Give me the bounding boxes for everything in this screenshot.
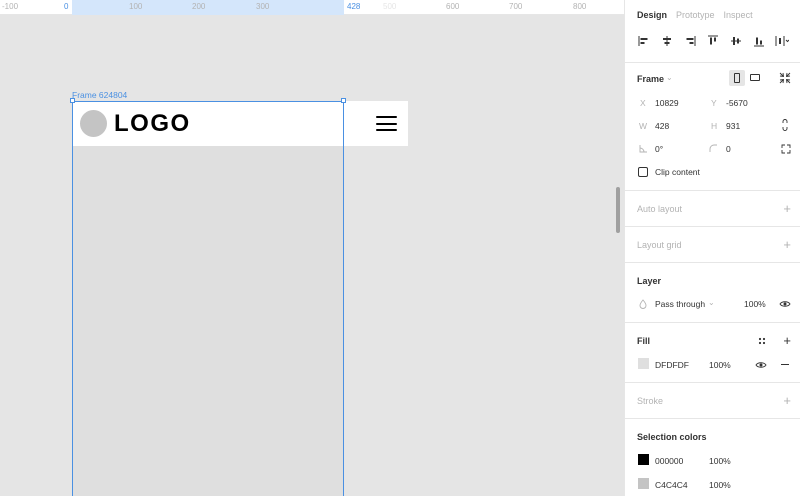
ruler-tick: 500: [383, 2, 397, 11]
fill-section: Fill + DFDFDF 100%: [625, 322, 800, 382]
corner-radius-icon: [709, 144, 717, 152]
resize-to-fit-icon[interactable]: [779, 72, 791, 84]
alignment-toolbar: [637, 34, 789, 48]
horizontal-ruler: -100 0 100 200 300 428 500 600 700 800: [0, 0, 624, 15]
menu-line: [376, 116, 397, 118]
layer-section: Layer Pass through ⌄ 100%: [625, 262, 800, 322]
chevron-down-icon[interactable]: ⌄: [708, 298, 715, 307]
align-vertical-center-icon[interactable]: [729, 34, 743, 48]
w-label: W: [639, 121, 648, 131]
ruler-tick: 300: [256, 2, 270, 11]
fill-opacity-input[interactable]: 100%: [709, 360, 731, 370]
add-auto-layout-icon[interactable]: +: [783, 202, 791, 215]
selection-color-hex[interactable]: C4C4C4: [655, 480, 688, 490]
layer-opacity-input[interactable]: 100%: [744, 299, 766, 309]
h-label: H: [711, 121, 718, 131]
selection-color-opacity[interactable]: 100%: [709, 456, 731, 466]
corner-radius-input[interactable]: 0: [726, 144, 731, 154]
constrain-proportions-icon[interactable]: [781, 119, 789, 131]
align-top-icon[interactable]: [706, 34, 720, 48]
ruler-tick: 428: [347, 2, 361, 11]
resize-handle-top-left[interactable]: [70, 98, 75, 103]
tab-design[interactable]: Design: [637, 10, 667, 20]
width-input[interactable]: 428: [655, 121, 669, 131]
rotation-input[interactable]: 0°: [655, 144, 663, 154]
layer-title: Layer: [637, 276, 662, 286]
ruler-tick: 600: [446, 2, 460, 11]
align-right-icon[interactable]: [683, 34, 697, 48]
rotation-icon: [639, 145, 647, 153]
menu-line: [376, 129, 397, 131]
canvas[interactable]: -100 0 100 200 300 428 500 600 700 800 F…: [0, 0, 624, 496]
eye-icon[interactable]: [779, 300, 791, 308]
add-layout-grid-icon[interactable]: +: [783, 238, 791, 251]
ruler-tick: -100: [2, 2, 19, 11]
auto-layout-title: Auto layout: [637, 204, 683, 214]
eye-icon[interactable]: [755, 361, 767, 369]
selection-color-swatch[interactable]: [638, 478, 649, 489]
ruler-tick: 200: [192, 2, 206, 11]
fill-title: Fill: [637, 336, 650, 346]
landscape-icon[interactable]: [750, 74, 760, 81]
y-label: Y: [711, 98, 717, 108]
vertical-scrollbar[interactable]: [616, 187, 620, 233]
fill-hex-input[interactable]: DFDFDF: [655, 360, 689, 370]
hamburger-menu-icon[interactable]: [376, 116, 397, 131]
layout-grid-section: Layout grid +: [625, 226, 800, 262]
clip-content-label: Clip content: [655, 167, 700, 177]
frame-section-title[interactable]: Frame: [637, 74, 664, 84]
height-input[interactable]: 931: [726, 121, 740, 131]
ruler-tick: 0: [64, 2, 69, 11]
fill-color-swatch[interactable]: [638, 358, 649, 369]
ruler-tick: 700: [509, 2, 523, 11]
remove-fill-icon[interactable]: [781, 364, 789, 365]
x-label: X: [640, 98, 646, 108]
frame-name-label[interactable]: Frame 624804: [72, 90, 127, 100]
mobile-frame[interactable]: [72, 101, 344, 496]
clip-content-checkbox[interactable]: [638, 167, 648, 177]
resize-handle-top-right[interactable]: [341, 98, 346, 103]
logo-circle[interactable]: [80, 110, 107, 137]
properties-panel: Design Prototype Inspect Frame ⌄ X 10829…: [624, 0, 800, 496]
add-fill-icon[interactable]: +: [783, 334, 791, 347]
selection-color-hex[interactable]: 000000: [655, 456, 683, 466]
y-input[interactable]: -5670: [726, 98, 748, 108]
logo-text[interactable]: LOGO: [114, 110, 191, 138]
stroke-title: Stroke: [637, 396, 664, 406]
frame-section: Frame ⌄ X 10829 Y -5670 W 428 H 931 0° 0: [625, 62, 800, 190]
selection-color-swatch[interactable]: [638, 454, 649, 465]
portrait-orientation-button[interactable]: [729, 70, 745, 86]
ruler-tick: 100: [129, 2, 143, 11]
portrait-icon: [734, 73, 740, 83]
distribute-icon[interactable]: [775, 34, 789, 48]
align-horizontal-center-icon[interactable]: [660, 34, 674, 48]
tab-inspect[interactable]: Inspect: [724, 10, 753, 20]
x-input[interactable]: 10829: [655, 98, 679, 108]
add-stroke-icon[interactable]: +: [783, 394, 791, 407]
chevron-down-icon[interactable]: ⌄: [666, 73, 673, 82]
selection-color-opacity[interactable]: 100%: [709, 480, 731, 490]
styles-grid-icon[interactable]: [758, 337, 766, 345]
panel-tabs: Design Prototype Inspect: [637, 10, 753, 20]
stroke-section: Stroke +: [625, 382, 800, 418]
align-bottom-icon[interactable]: [752, 34, 766, 48]
selection-colors-section: Selection colors 000000 100% C4C4C4 100%: [625, 418, 800, 496]
independent-corners-icon[interactable]: [781, 144, 791, 154]
tab-prototype[interactable]: Prototype: [676, 10, 715, 20]
menu-line: [376, 122, 397, 125]
align-left-icon[interactable]: [637, 34, 651, 48]
ruler-tick: 800: [573, 2, 587, 11]
layout-grid-title: Layout grid: [637, 240, 682, 250]
ruler-selection-highlight: [72, 0, 344, 15]
blend-mode-icon: [639, 299, 647, 309]
blend-mode-select[interactable]: Pass through: [655, 299, 705, 309]
auto-layout-section: Auto layout +: [625, 190, 800, 226]
selection-colors-title: Selection colors: [637, 432, 707, 442]
